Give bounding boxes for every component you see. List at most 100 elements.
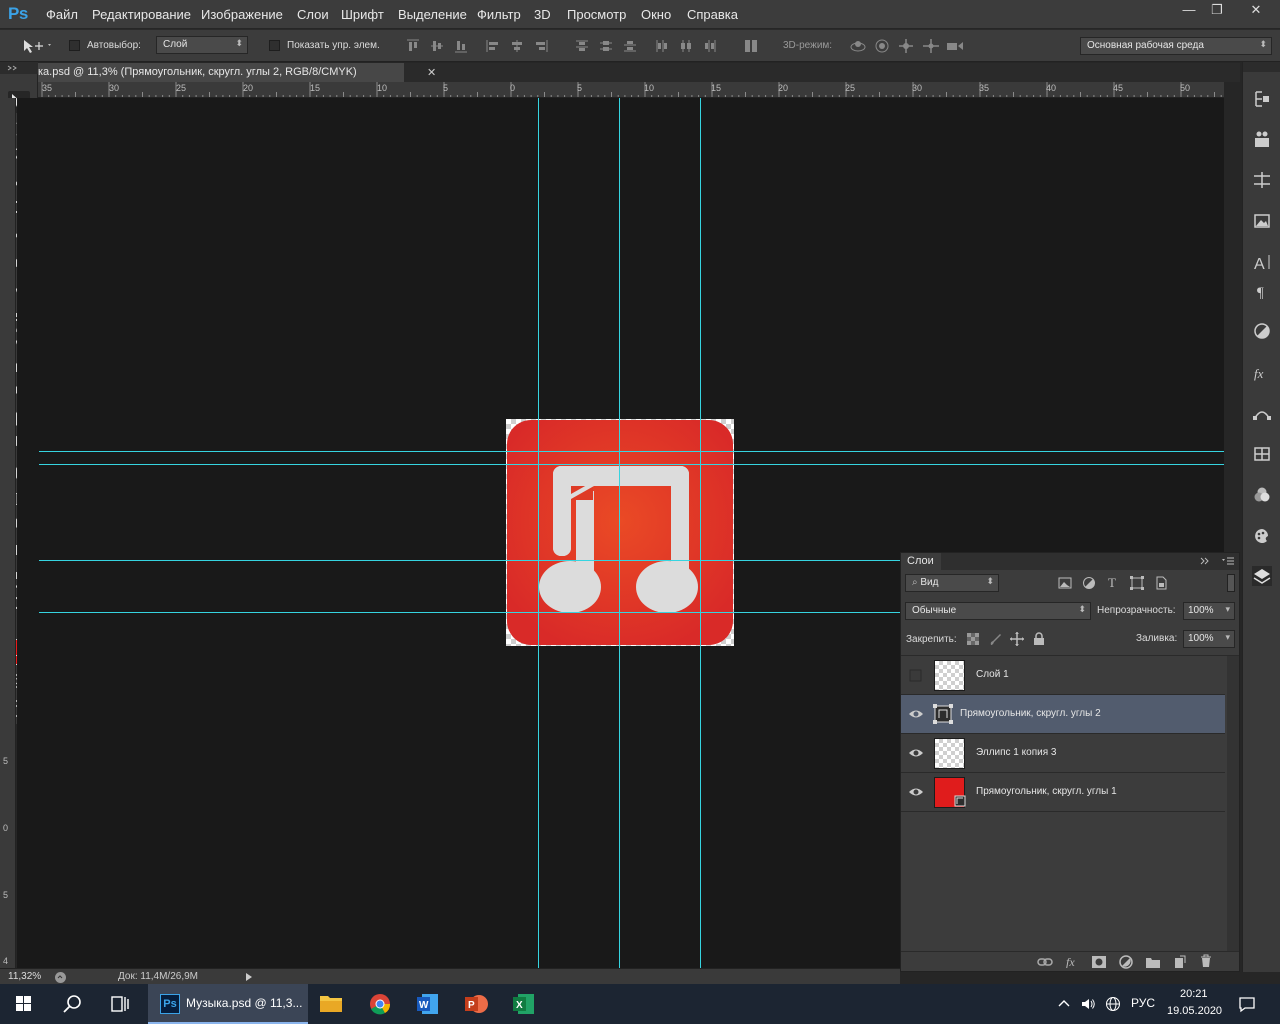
filter-pixel-icon[interactable]	[1058, 576, 1072, 590]
scale-3d-icon[interactable]	[946, 39, 964, 53]
layer-row[interactable]: Прямоугольник, скругл. углы 1	[901, 773, 1225, 812]
menu-filter[interactable]: Фильтр	[477, 7, 521, 22]
layers-panel-icon[interactable]	[1252, 566, 1272, 586]
link-layers-icon[interactable]	[1037, 955, 1053, 969]
image-panel-icon[interactable]	[1252, 211, 1272, 231]
guide-vertical[interactable]	[619, 98, 620, 968]
paths-panel-icon[interactable]	[1252, 403, 1272, 423]
layer-row[interactable]: Эллипс 1 копия 3	[901, 734, 1225, 773]
file-explorer-icon[interactable]	[308, 984, 356, 1024]
fill-input[interactable]: 100% ▾	[1183, 630, 1235, 648]
filter-shape-icon[interactable]	[1130, 576, 1144, 590]
distribute-left-icon[interactable]	[655, 39, 669, 53]
autoselect-dropdown[interactable]: Слой ⬍	[156, 36, 248, 54]
workspace-dropdown[interactable]: Основная рабочая среда ⬍	[1080, 37, 1272, 55]
character-panel-icon[interactable]: A	[1252, 252, 1272, 272]
lock-pixels-icon[interactable]	[989, 632, 1003, 646]
new-layer-icon[interactable]	[1172, 955, 1188, 969]
opacity-input[interactable]: 100% ▾	[1183, 602, 1235, 620]
layer-row[interactable]: Прямоугольник, скругл. углы 2	[901, 695, 1225, 734]
align-hcenter-icon[interactable]	[510, 39, 524, 53]
guide-horizontal[interactable]	[39, 464, 1224, 465]
menu-select[interactable]: Выделение	[398, 7, 467, 22]
filter-smart-object-icon[interactable]	[1154, 576, 1168, 590]
chrome-icon[interactable]	[356, 984, 404, 1024]
tab-close-icon[interactable]: ✕	[427, 66, 436, 79]
guide-vertical[interactable]	[538, 98, 539, 968]
layers-panel-header[interactable]: Слои	[901, 553, 1239, 570]
lock-position-icon[interactable]	[1010, 632, 1024, 646]
share-icon[interactable]	[54, 971, 67, 984]
dock-header[interactable]	[1243, 62, 1280, 72]
powerpoint-icon[interactable]: P	[452, 984, 500, 1024]
minimize-button[interactable]: —	[1174, 0, 1204, 20]
adjustments-panel-icon[interactable]	[1252, 321, 1272, 341]
menu-3d[interactable]: 3D	[534, 7, 551, 22]
menu-image[interactable]: Изображение	[201, 7, 283, 22]
color-panel-icon[interactable]	[1252, 485, 1272, 505]
menu-window[interactable]: Окно	[641, 7, 671, 22]
menu-file[interactable]: Файл	[46, 7, 78, 22]
collapse-icon[interactable]	[1199, 556, 1211, 566]
eye-icon[interactable]	[908, 707, 924, 721]
status-menu-arrow-icon[interactable]	[244, 972, 254, 982]
align-right-icon[interactable]	[534, 39, 548, 53]
filter-type-icon[interactable]: T	[1106, 575, 1120, 589]
clock-time[interactable]: 20:21	[1180, 988, 1208, 1000]
guide-horizontal[interactable]	[39, 451, 1224, 452]
eye-icon[interactable]	[908, 746, 924, 760]
restore-button[interactable]: ❐	[1202, 0, 1232, 20]
tray-chevron-up-icon[interactable]	[1057, 996, 1071, 1010]
align-top-icon[interactable]	[406, 39, 420, 53]
new-group-icon[interactable]	[1145, 955, 1161, 969]
pan-3d-icon[interactable]	[899, 39, 913, 53]
word-icon[interactable]: W	[404, 984, 452, 1024]
history-panel-icon[interactable]	[1252, 89, 1272, 109]
menu-help[interactable]: Справка	[687, 7, 738, 22]
autoselect-checkbox[interactable]	[69, 40, 80, 51]
menu-type[interactable]: Шрифт	[341, 7, 384, 22]
layer-style-icon[interactable]: fx	[1065, 954, 1081, 968]
properties-panel-icon[interactable]	[1252, 129, 1272, 149]
move-tool-preset-icon[interactable]	[22, 38, 52, 54]
new-adjustment-icon[interactable]	[1118, 955, 1134, 969]
guide-vertical[interactable]	[700, 98, 701, 968]
distribute-top-icon[interactable]	[575, 39, 589, 53]
align-bottom-icon[interactable]	[454, 39, 468, 53]
align-vcenter-icon[interactable]	[430, 39, 444, 53]
taskbar-photoshop-item[interactable]: Ps Музыка.psd @ 11,3...	[148, 984, 308, 1024]
task-view-icon[interactable]	[96, 984, 144, 1024]
zoom-level[interactable]: 11,32%	[8, 971, 41, 982]
auto-align-icon[interactable]	[744, 39, 758, 53]
align-left-icon[interactable]	[486, 39, 500, 53]
distribute-right-icon[interactable]	[703, 39, 717, 53]
rotate-3d-icon[interactable]	[849, 39, 867, 53]
lock-all-icon[interactable]	[1033, 632, 1045, 646]
menu-edit[interactable]: Редактирование	[92, 7, 191, 22]
paragraph-panel-icon[interactable]: ¶	[1252, 281, 1272, 301]
distribute-hcenter-icon[interactable]	[679, 39, 693, 53]
slide-3d-icon[interactable]	[922, 39, 940, 53]
panel-menu-icon[interactable]	[1221, 556, 1235, 566]
document-tab[interactable]: ка.psd @ 11,3% (Прямоугольник, скругл. у…	[38, 63, 404, 82]
blend-mode-dropdown[interactable]: Обычные ⬍	[905, 602, 1091, 620]
volume-icon[interactable]	[1080, 996, 1096, 1012]
visibility-toggle[interactable]	[908, 668, 924, 682]
filter-toggle[interactable]	[1227, 574, 1235, 592]
distribute-vcenter-icon[interactable]	[599, 39, 613, 53]
vertical-ruler[interactable]: 5 0 5 4	[0, 98, 16, 968]
layer-list-scrollbar[interactable]	[1227, 656, 1239, 952]
add-mask-icon[interactable]	[1091, 955, 1107, 969]
layer-row[interactable]: Слой 1	[901, 656, 1225, 695]
styles-panel-icon[interactable]: fx	[1252, 363, 1272, 383]
layer-filter-dropdown[interactable]: ⌕ Вид ⬍	[905, 574, 999, 592]
search-icon[interactable]	[48, 984, 96, 1024]
eye-icon[interactable]	[908, 785, 924, 799]
network-globe-icon[interactable]	[1105, 996, 1121, 1012]
roll-3d-icon[interactable]	[875, 39, 889, 53]
layers-tab[interactable]: Слои	[901, 553, 941, 570]
clock-date[interactable]: 19.05.2020	[1167, 1005, 1222, 1017]
delete-layer-icon[interactable]	[1198, 954, 1214, 968]
filter-adjustment-icon[interactable]	[1082, 576, 1096, 590]
lock-transparent-icon[interactable]	[967, 633, 979, 645]
